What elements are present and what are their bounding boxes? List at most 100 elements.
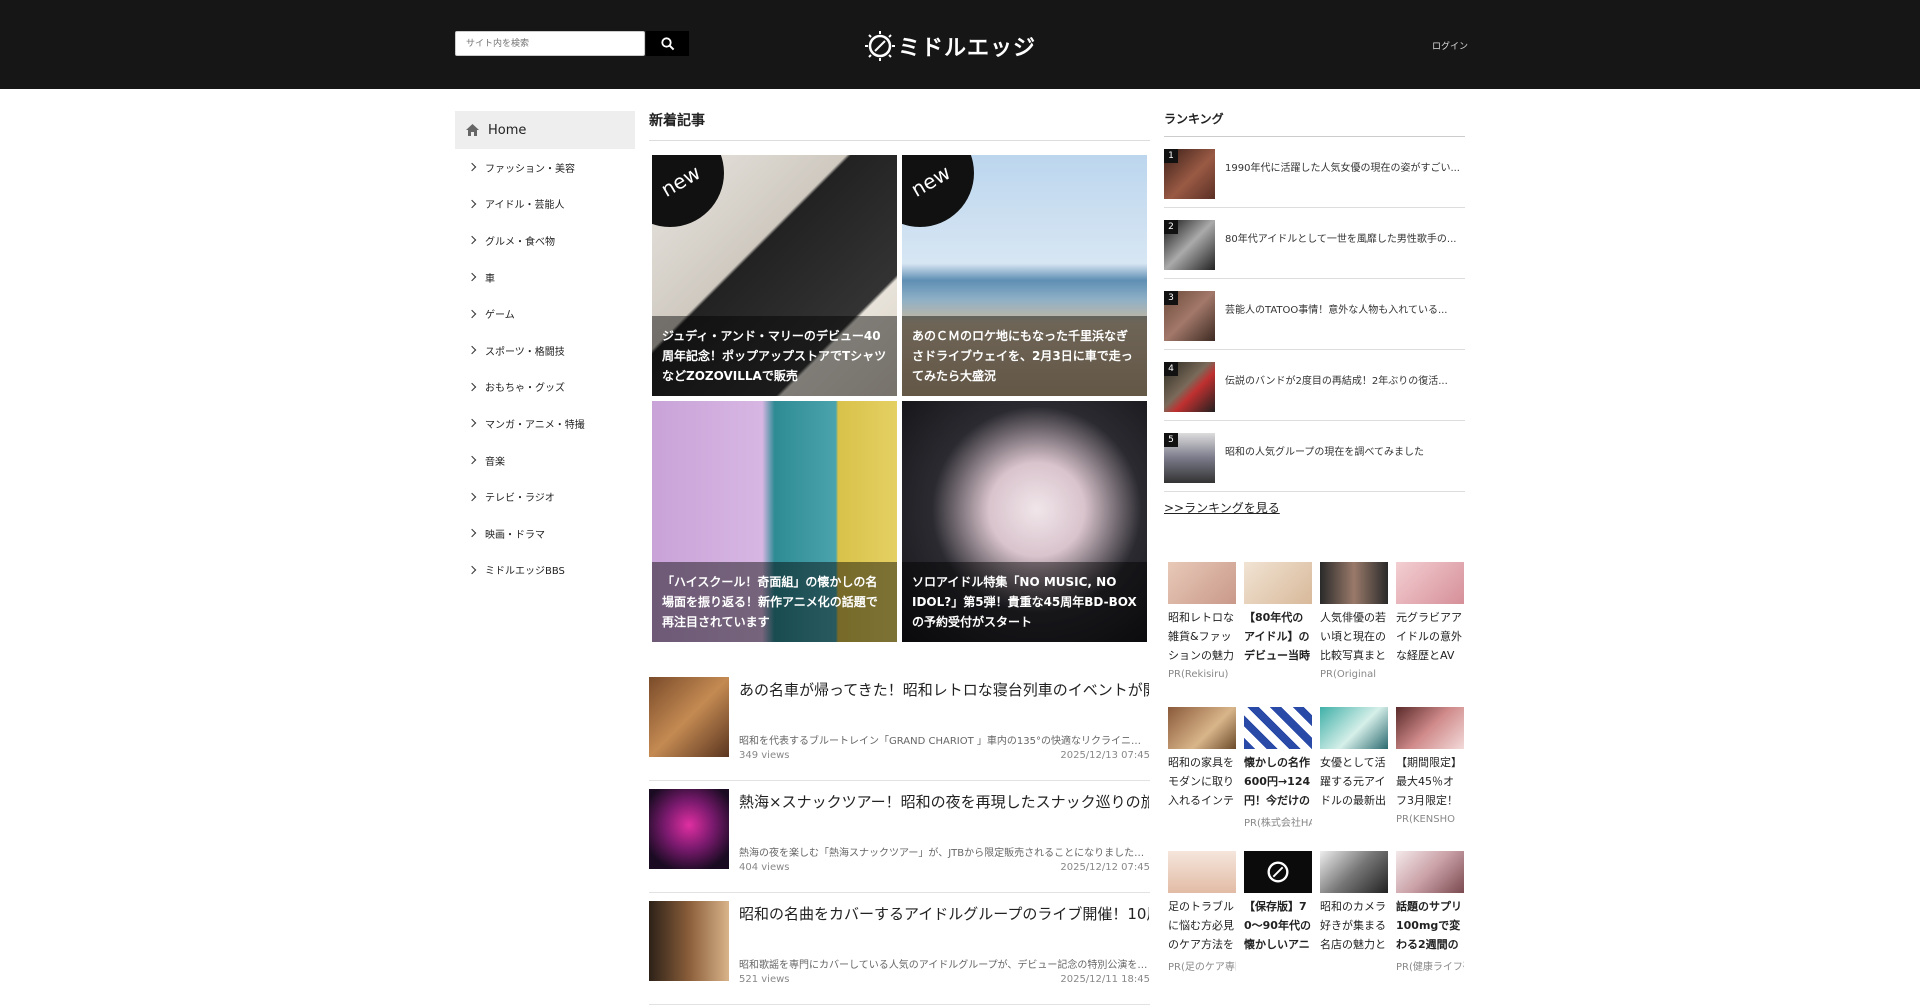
ranking-item[interactable]: 2 80年代アイドルとして一世を風靡した男性歌手の... <box>1164 208 1465 279</box>
rank-number: 2 <box>1164 220 1178 234</box>
rank-number: 4 <box>1164 362 1178 376</box>
feature-card[interactable]: 「ハイスクール！奇面組」の懐かしの名場面を振り返る！新作アニメ化の話題で再注目さ… <box>652 401 897 642</box>
article-excerpt: 熱海の夜を楽しむ「熱海スナックツアー」が、JTBから限定販売されることになりまし… <box>739 848 1149 859</box>
article-row[interactable]: 熱海×スナックツアー！昭和の夜を再現したスナック巡りの旅が限定販売される（スナッ… <box>649 789 1150 893</box>
ad-card[interactable]: 昭和の家具をモダンに取り入れるインテリア術とレトロ雑貨 <box>1168 707 1236 814</box>
ad-image <box>1168 562 1236 604</box>
nav-item[interactable]: 音楽 <box>455 442 635 479</box>
chevron-right-icon <box>467 382 477 392</box>
ad-image <box>1320 562 1388 604</box>
ad-title: 人気俳優の若い頃と現在の比較写真まとめ30選 <box>1320 611 1386 662</box>
nav-item[interactable]: ファッション・美容 <box>455 149 635 186</box>
ad-title: 【80年代のアイドル】のデビュー当時のBARBE… <box>1244 611 1310 662</box>
home-icon <box>466 124 479 136</box>
ad-card[interactable]: 話題のサプリ100mgで変わる2週間の体験談まとめ PR(健康ライフ研究所) <box>1396 851 1464 973</box>
nav-item[interactable]: ゲーム <box>455 295 635 332</box>
nav-item[interactable]: マンガ・アニメ・特撮 <box>455 405 635 442</box>
ranking-item[interactable]: 5 昭和の人気グループの現在を調べてみました <box>1164 421 1465 492</box>
article-row[interactable]: 昭和の名曲をカバーするアイドルグループのライブ開催！10周年記念の特別公演が決定… <box>649 901 1150 1005</box>
feature-card[interactable]: new あのＣＭのロケ地にもなった千里浜なぎさドライブウェイを、2月3日に車で走… <box>902 155 1147 396</box>
article-title[interactable]: 熱海×スナックツアー！昭和の夜を再現したスナック巡りの旅が限定販売される（スナッ… <box>739 792 1149 812</box>
ad-sponsor: PR(足のケア専門店) <box>1168 962 1236 973</box>
nav-item[interactable]: 映画・ドラマ <box>455 515 635 552</box>
ad-card[interactable]: 【80年代のアイドル】のデビュー当時のBARBE… <box>1244 562 1312 669</box>
ad-title: 昭和のカメラ好きが集まる名店の魅力と人気モデル… <box>1320 900 1386 951</box>
ad-sponsor: PR(Original <box>1320 669 1377 680</box>
chevron-right-icon <box>467 528 477 538</box>
article-row[interactable]: あの名車が帰ってきた！昭和レトロな寝台列車のイベントが開催決定！12/20から受… <box>649 677 1150 781</box>
article-date: 2025/12/11 18:45 <box>1060 974 1150 985</box>
nav-item[interactable]: 車 <box>455 259 635 296</box>
nav-item-label: グルメ・食べ物 <box>485 236 555 248</box>
ad-card[interactable]: 女優として活躍する元アイドルの最新出演作品をチェック <box>1320 707 1388 814</box>
article-excerpt: 昭和を代表するブルートレイン「GRAND CHARIOT 」車内の135°の快適… <box>739 736 1149 747</box>
ad-image <box>1396 851 1464 893</box>
site-logo[interactable]: ミドルエッジ <box>865 30 1036 62</box>
feature-card[interactable]: new ジュディ・アンド・マリーのデビュー40周年記念！ポップアップストアでTシ… <box>652 155 897 396</box>
ad-title: 懐かしの名作600円→124円！今だけのセール情報 <box>1244 756 1311 807</box>
nav-item[interactable]: テレビ・ラジオ <box>455 478 635 515</box>
ranking-item[interactable]: 3 芸能人のTATOO事情！意外な人物も入れている... <box>1164 279 1465 350</box>
nav-item[interactable]: ミドルエッジBBS <box>455 552 635 589</box>
chevron-right-icon <box>467 346 477 355</box>
rank-number: 3 <box>1164 291 1178 305</box>
ranking-text[interactable]: 1990年代に活躍した人気女優の現在の姿がすごい... <box>1225 159 1465 174</box>
nav-item-label: 車 <box>485 273 495 285</box>
ranking-text[interactable]: 80年代アイドルとして一世を風靡した男性歌手の... <box>1225 230 1465 245</box>
ad-sponsor: PR(健康ライフ研究所) <box>1396 962 1464 973</box>
ad-title: 話題のサプリ100mgで変わる2週間の体験談まとめ <box>1396 900 1462 951</box>
ad-image <box>1244 851 1312 893</box>
chevron-right-icon <box>467 199 477 209</box>
article-title[interactable]: 昭和の名曲をカバーするアイドルグループのライブ開催！10周年記念の特別公演が決定 <box>739 904 1149 924</box>
article-thumbnail <box>649 789 729 869</box>
ranking-text[interactable]: 昭和の人気グループの現在を調べてみました <box>1225 443 1465 458</box>
feature-card[interactable]: ソロアイドル特集「NO MUSIC, NO IDOL?」第5弾！貴重な45周年B… <box>902 401 1147 642</box>
ad-image <box>1396 707 1464 749</box>
feature-caption: ソロアイドル特集「NO MUSIC, NO IDOL?」第5弾！貴重な45周年B… <box>902 562 1147 642</box>
search-button[interactable] <box>646 31 689 56</box>
feature-grid: new ジュディ・アンド・マリーのデビュー40周年記念！ポップアップストアでTシ… <box>652 155 1148 642</box>
ranking-item[interactable]: 1 1990年代に活躍した人気女優の現在の姿がすごい... <box>1164 137 1465 208</box>
ranking-item[interactable]: 4 伝説のバンドが2度目の再結成！2年ぶりの復活... <box>1164 350 1465 421</box>
ad-title: 元グラビアアイドルの意外な経歴とAV出演の噂について… <box>1396 611 1462 662</box>
ad-card[interactable]: 昭和レトロな雑貨&ファッションの魅力を徹底解説の28選 PR(Rekisiru) <box>1168 562 1236 680</box>
nav-item-label: ゲーム <box>485 310 515 322</box>
ad-title: 【期間限定】最大45％オフ3月限定！1月31日までの特典 <box>1396 756 1462 807</box>
nav-item-label: スポーツ・格闘技 <box>485 346 565 358</box>
ranking-more-link[interactable]: >>ランキングを見る <box>1164 499 1280 516</box>
article-thumbnail <box>649 901 729 981</box>
article-date: 2025/12/12 07:45 <box>1060 862 1150 873</box>
nav-home-label: Home <box>488 122 527 138</box>
ranking-text[interactable]: 伝説のバンドが2度目の再結成！2年ぶりの復活... <box>1225 372 1465 387</box>
ad-card[interactable]: 昭和のカメラ好きが集まる名店の魅力と人気モデル… <box>1320 851 1388 958</box>
ranking-text[interactable]: 芸能人のTATOO事情！意外な人物も入れている... <box>1225 301 1465 316</box>
ad-card[interactable]: 人気俳優の若い頃と現在の比較写真まとめ30選 PR(Original <box>1320 562 1388 680</box>
login-link[interactable]: ログイン <box>1432 39 1468 52</box>
article-title[interactable]: あの名車が帰ってきた！昭和レトロな寝台列車のイベントが開催決定！12/20から受… <box>739 680 1149 700</box>
ad-card[interactable]: 【期間限定】最大45％オフ3月限定！1月31日までの特典 PR(KENSHO <box>1396 707 1464 825</box>
section-title: 新着記事 <box>649 110 1150 141</box>
article-views: 521 views <box>739 974 790 985</box>
logo-text: ミドルエッジ <box>898 36 1037 61</box>
nav-home[interactable]: Home <box>455 111 635 149</box>
feature-caption: 「ハイスクール！奇面組」の懐かしの名場面を振り返る！新作アニメ化の話題で再注目さ… <box>652 562 897 642</box>
nav-item[interactable]: おもちゃ・グッズ <box>455 369 635 406</box>
ad-card[interactable]: 【保存版】70～90年代の懐かしいアニメの主題歌ランキング… <box>1244 851 1312 958</box>
nav-item[interactable]: アイドル・芸能人 <box>455 186 635 223</box>
rank-number: 1 <box>1164 149 1178 163</box>
search-form <box>455 31 689 56</box>
ad-card[interactable]: 足のトラブルに悩む方必見のケア方法をご紹介 PR(足のケア専門店) <box>1168 851 1236 973</box>
sidebar: ランキング 1 1990年代に活躍した人気女優の現在の姿がすごい... 2 80… <box>1164 110 1465 973</box>
ad-card[interactable]: 元グラビアアイドルの意外な経歴とAV出演の噂について… <box>1396 562 1464 669</box>
chevron-right-icon <box>467 163 477 172</box>
ad-image <box>1396 562 1464 604</box>
article-excerpt: 昭和歌謡を専門にカバーしている人気のアイドルグループが、デビュー記念の特別公演を… <box>739 960 1149 971</box>
rank-number: 5 <box>1164 433 1178 447</box>
article-views: 349 views <box>739 750 790 761</box>
nav-item[interactable]: グルメ・食べ物 <box>455 222 635 259</box>
ad-title: 昭和の家具をモダンに取り入れるインテリア術とレトロ雑貨 <box>1168 756 1234 807</box>
nav-item[interactable]: スポーツ・格闘技 <box>455 332 635 369</box>
chevron-right-icon <box>467 236 477 245</box>
search-input[interactable] <box>455 31 645 56</box>
ad-card[interactable]: 懐かしの名作600円→124円！今だけのセール情報 PR(株式会社HAL) <box>1244 707 1312 829</box>
